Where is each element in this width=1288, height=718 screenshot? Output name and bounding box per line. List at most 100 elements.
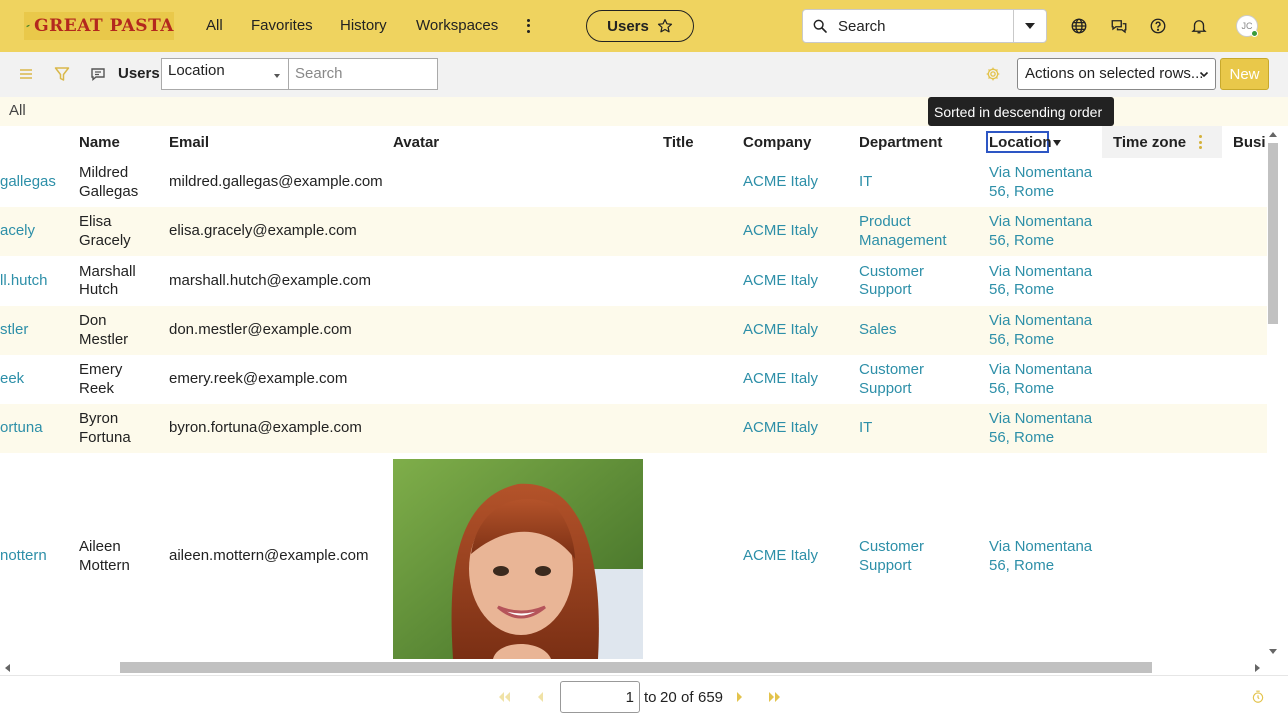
nav-history[interactable]: History: [340, 17, 387, 34]
column-header-timezone[interactable]: Time zone: [1113, 126, 1186, 158]
location-link[interactable]: Via Nomentana 56, Rome: [989, 207, 1099, 256]
location-link[interactable]: Via Nomentana 56, Rome: [989, 158, 1099, 207]
previous-page-icon[interactable]: [535, 690, 545, 704]
company-link[interactable]: ACME Italy: [743, 404, 853, 453]
sort-descending-icon[interactable]: [1053, 140, 1061, 146]
user-id-text[interactable]: nottern: [0, 547, 47, 566]
department-link[interactable]: Customer Support: [859, 355, 979, 404]
location-link-line[interactable]: Via Nomentana: [989, 410, 1092, 429]
company-link-line[interactable]: ACME Italy: [743, 321, 818, 340]
location-link-line[interactable]: 56, Rome: [989, 429, 1092, 448]
filter-icon[interactable]: [54, 66, 70, 82]
department-link-line[interactable]: Customer: [859, 538, 924, 557]
gear-icon[interactable]: [985, 66, 1001, 82]
column-header-location[interactable]: Location: [986, 131, 1052, 153]
table-row[interactable]: acely Elisa Gracely elisa.gracely@example.c…: [0, 207, 1267, 256]
search-scope-dropdown[interactable]: [1013, 9, 1047, 43]
location-link-line[interactable]: 56, Rome: [989, 557, 1092, 576]
location-link-line[interactable]: Via Nomentana: [989, 538, 1092, 557]
table-row[interactable]: nottern Aileen Mottern aileen.mottern@examp…: [0, 453, 1267, 660]
table-row[interactable]: stler Don Mestler don.mestler@example.com AC…: [0, 306, 1267, 355]
location-link[interactable]: Via Nomentana 56, Rome: [989, 256, 1099, 306]
user-id-text[interactable]: ll.hutch: [0, 272, 48, 291]
user-id-text[interactable]: ortuna: [0, 419, 43, 438]
globe-icon[interactable]: [1069, 16, 1089, 36]
company-link-line[interactable]: ACME Italy: [743, 173, 818, 192]
user-id-link[interactable]: nottern: [0, 453, 70, 660]
user-id-link[interactable]: gallegas: [0, 158, 70, 207]
table-row[interactable]: eek Emery Reek emery.reek@example.com ACME I…: [0, 355, 1267, 404]
more-menu-icon[interactable]: [520, 15, 536, 37]
location-link-line[interactable]: Via Nomentana: [989, 263, 1092, 282]
location-link-line[interactable]: Via Nomentana: [989, 312, 1092, 331]
user-avatar[interactable]: JC: [1236, 15, 1258, 37]
user-id-text[interactable]: stler: [0, 321, 28, 340]
nav-workspaces[interactable]: Workspaces: [416, 17, 498, 34]
location-link-line[interactable]: Via Nomentana: [989, 213, 1092, 232]
user-id-text[interactable]: acely: [0, 222, 35, 241]
department-link[interactable]: Product Management: [859, 207, 979, 256]
scroll-right-icon[interactable]: [1254, 663, 1262, 673]
department-link-line[interactable]: IT: [859, 173, 872, 192]
column-header-name[interactable]: Name: [79, 126, 120, 158]
company-link-line[interactable]: ACME Italy: [743, 272, 818, 291]
department-link-line[interactable]: Customer: [859, 263, 924, 282]
first-page-icon[interactable]: [497, 690, 511, 704]
user-id-text[interactable]: gallegas: [0, 173, 56, 192]
table-row[interactable]: gallegas Mildred Gallegas mildred.gallegas@…: [0, 158, 1267, 207]
brand-logo[interactable]: GREAT PASTA: [24, 12, 174, 40]
column-header-title[interactable]: Title: [663, 126, 694, 158]
user-id-link[interactable]: ll.hutch: [0, 256, 70, 306]
vertical-scrollbar-thumb[interactable]: [1268, 143, 1278, 324]
department-link-line[interactable]: IT: [859, 419, 872, 438]
department-link-line[interactable]: Support: [859, 281, 924, 300]
company-link-line[interactable]: ACME Italy: [743, 370, 818, 389]
star-icon[interactable]: [657, 18, 673, 34]
avatar-photo[interactable]: [393, 459, 643, 659]
location-link[interactable]: Via Nomentana 56, Rome: [989, 306, 1099, 355]
global-search-input[interactable]: Search: [802, 9, 1014, 43]
company-link-line[interactable]: ACME Italy: [743, 222, 818, 241]
company-link-line[interactable]: ACME Italy: [743, 419, 818, 438]
user-id-text[interactable]: eek: [0, 370, 24, 389]
table-row[interactable]: ortuna Byron Fortuna byron.fortuna@example.…: [0, 404, 1267, 453]
company-link[interactable]: ACME Italy: [743, 256, 853, 306]
scroll-left-icon[interactable]: [3, 663, 11, 673]
new-button[interactable]: New: [1220, 58, 1269, 90]
current-tab-users[interactable]: Users: [586, 10, 694, 42]
horizontal-scrollbar-thumb[interactable]: [120, 662, 1152, 673]
department-link-line[interactable]: Product: [859, 213, 947, 232]
page-number-input[interactable]: 1: [560, 681, 640, 713]
user-id-link[interactable]: ortuna: [0, 404, 70, 453]
department-link[interactable]: Sales: [859, 306, 979, 355]
nav-all[interactable]: All: [206, 17, 223, 34]
department-link[interactable]: IT: [859, 158, 979, 207]
department-link-line[interactable]: Support: [859, 557, 924, 576]
department-link-line[interactable]: Sales: [859, 321, 897, 340]
comment-icon[interactable]: [90, 66, 106, 82]
column-menu-icon[interactable]: [1199, 135, 1203, 149]
filter-all[interactable]: All: [9, 102, 26, 119]
department-link[interactable]: IT: [859, 404, 979, 453]
department-link-line[interactable]: Customer: [859, 361, 924, 380]
bell-icon[interactable]: [1189, 16, 1209, 36]
help-icon[interactable]: [1148, 16, 1168, 36]
department-link[interactable]: Customer Support: [859, 453, 979, 660]
department-link[interactable]: Customer Support: [859, 256, 979, 306]
column-header-department[interactable]: Department: [859, 126, 942, 158]
user-id-link[interactable]: eek: [0, 355, 70, 404]
company-link[interactable]: ACME Italy: [743, 453, 853, 660]
department-link-line[interactable]: Management: [859, 232, 947, 251]
timer-icon[interactable]: [1251, 690, 1265, 704]
column-header-email[interactable]: Email: [169, 126, 209, 158]
scroll-down-icon[interactable]: [1268, 648, 1278, 656]
column-header-avatar[interactable]: Avatar: [393, 126, 439, 158]
location-link-line[interactable]: Via Nomentana: [989, 361, 1092, 380]
table-row[interactable]: ll.hutch Marshall Hutch marshall.hutch@exam…: [0, 256, 1267, 306]
grid-search-input[interactable]: Search: [288, 58, 438, 90]
bulk-actions-select[interactable]: Actions on selected rows...: [1017, 58, 1216, 90]
column-header-business[interactable]: Busi: [1233, 126, 1266, 158]
location-link-line[interactable]: 56, Rome: [989, 281, 1092, 300]
location-link[interactable]: Via Nomentana 56, Rome: [989, 404, 1099, 453]
location-link-line[interactable]: 56, Rome: [989, 380, 1092, 399]
